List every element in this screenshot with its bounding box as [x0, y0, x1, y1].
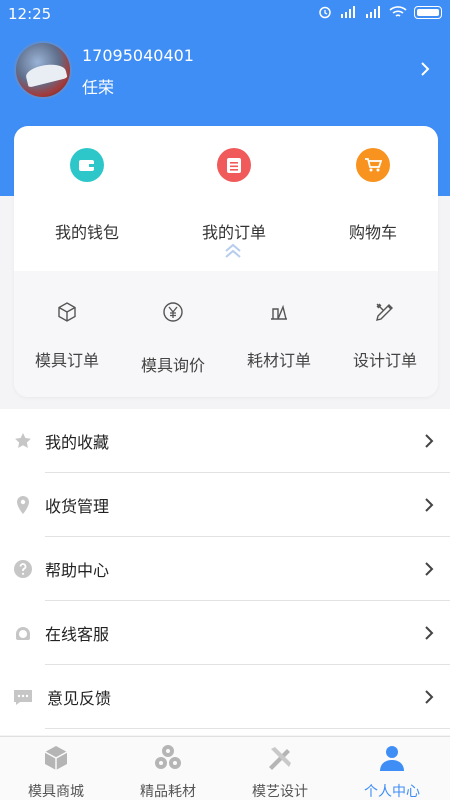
location-pin-icon: [17, 496, 29, 514]
mold-order-button[interactable]: 模具订单: [14, 301, 120, 371]
tab-materials[interactable]: 精品耗材: [112, 737, 224, 800]
chevron-right-icon: [425, 690, 434, 704]
cart-label: 购物车: [348, 223, 397, 242]
menu-item-label: 意见反馈: [47, 689, 112, 708]
star-icon: [15, 433, 31, 448]
tab-label: 个人中心: [364, 784, 420, 800]
signal-hd-icon: [341, 6, 355, 18]
spools-icon: [155, 745, 181, 769]
tab-label: 模艺设计: [252, 784, 308, 800]
alarm-icon: [319, 6, 331, 19]
settings-menu: 我的收藏 收货管理 帮助中心 在线客服 意见反馈: [0, 409, 450, 735]
menu-item-help[interactable]: 帮助中心: [0, 537, 450, 601]
material-order-button[interactable]: 耗材订单: [226, 301, 332, 371]
menu-item-label: 在线客服: [45, 625, 110, 644]
status-bar: 12:25: [0, 0, 450, 28]
tab-personal-center[interactable]: 个人中心: [336, 737, 448, 800]
status-time: 12:25: [8, 5, 52, 23]
divider: [45, 728, 450, 729]
headset-icon: [16, 627, 30, 640]
chevron-right-icon[interactable]: [415, 59, 435, 79]
material-icon: [271, 304, 287, 320]
feedback-icon: [14, 690, 32, 705]
design-order-button[interactable]: 设计订单: [332, 301, 438, 371]
material-order-label: 耗材订单: [246, 351, 311, 370]
status-icons: [318, 5, 442, 19]
cart-icon: [356, 148, 390, 182]
profile-name: 任荣: [82, 78, 115, 97]
menu-item-favorites[interactable]: 我的收藏: [0, 409, 450, 473]
wifi-icon: [389, 6, 407, 17]
design-order-label: 设计订单: [352, 351, 417, 370]
menu-item-customer-service[interactable]: 在线客服: [0, 601, 450, 665]
menu-item-label: 帮助中心: [45, 561, 110, 580]
wallet-label: 我的钱包: [54, 223, 119, 242]
my-orders-button[interactable]: 我的订单: [179, 148, 289, 243]
order-list-icon: [217, 148, 251, 182]
profile-header[interactable]: 17095040401 任荣: [14, 41, 439, 99]
tab-label: 精品耗材: [140, 784, 196, 800]
tab-design[interactable]: 模艺设计: [224, 737, 336, 800]
user-icon: [380, 746, 404, 771]
mold-inquiry-button[interactable]: 模具询价: [120, 301, 226, 376]
chevron-right-icon: [425, 498, 434, 512]
signal-icon: [366, 6, 380, 18]
bottom-tab-bar: 模具商城 精品耗材 模艺设计 个人中心: [0, 736, 450, 800]
yen-icon: [163, 302, 183, 322]
menu-item-label: 我的收藏: [45, 433, 110, 452]
chevron-right-icon: [425, 434, 434, 448]
quick-actions-row: 我的钱包 我的订单 购物车: [14, 126, 438, 271]
cube-icon: [58, 302, 76, 322]
help-icon: [14, 560, 32, 578]
wallet-button[interactable]: 我的钱包: [32, 148, 142, 243]
menu-item-label: 收货管理: [45, 497, 110, 516]
avatar[interactable]: [14, 41, 72, 99]
quick-actions-card: 我的钱包 我的订单 购物车 模具订单 模具询价 耗材订单 设计订单: [14, 126, 438, 397]
chevron-right-icon: [425, 626, 434, 640]
design-icon: [269, 747, 291, 770]
mold-inquiry-label: 模具询价: [140, 356, 205, 375]
tab-mold-mall[interactable]: 模具商城: [0, 737, 112, 800]
chevron-right-icon: [425, 562, 434, 576]
order-types-row: 模具订单 模具询价 耗材订单 设计订单: [14, 271, 438, 397]
menu-item-feedback[interactable]: 意见反馈: [0, 665, 450, 729]
mold-order-label: 模具订单: [34, 351, 99, 370]
chevron-up-double-icon[interactable]: [222, 240, 244, 262]
pencil-ruler-icon: [376, 303, 393, 321]
menu-item-address[interactable]: 收货管理: [0, 473, 450, 537]
box-icon: [44, 746, 68, 770]
cart-button[interactable]: 购物车: [318, 148, 428, 243]
battery-icon: [414, 5, 442, 19]
wallet-icon: [70, 148, 104, 182]
profile-phone: 17095040401: [82, 46, 194, 65]
tab-label: 模具商城: [28, 784, 84, 800]
